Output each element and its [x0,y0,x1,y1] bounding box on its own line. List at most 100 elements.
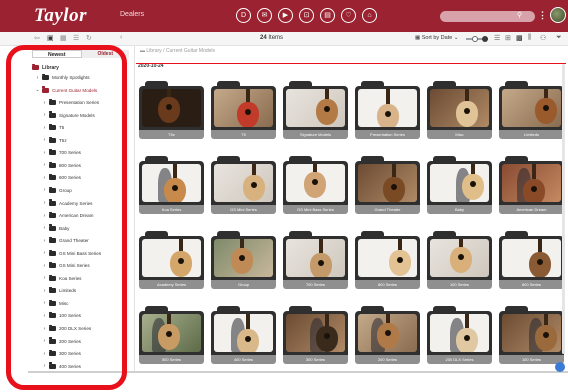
folder-thumbnail[interactable] [139,236,204,280]
columns-icon[interactable]: ⫼ [528,34,531,42]
folder-card[interactable]: 500 Series [139,306,204,369]
tree-item[interactable]: › 700 Series [42,148,81,157]
chevron-right-icon[interactable]: › [42,112,47,118]
sort-dropdown[interactable]: ▦ Sort by Date ⌄ [415,35,458,41]
chevron-right-icon[interactable]: › [42,238,47,244]
tree-item[interactable]: › Misc [42,299,68,308]
chevron-right-icon[interactable]: › [42,213,47,219]
chevron-right-icon[interactable]: › [42,351,47,357]
folder-card[interactable]: 100 Series [427,231,492,294]
folder-card[interactable]: GS Mini Bass Series [283,156,348,219]
content-scrollbar[interactable] [562,64,565,354]
tree-item[interactable]: › T5 [42,123,64,132]
folder-thumbnail[interactable] [499,86,564,130]
folder-thumbnail[interactable] [499,161,564,205]
folder-thumbnail[interactable] [427,236,492,280]
chevron-right-icon[interactable]: › [42,225,47,231]
folder-view-icon[interactable]: ▣ [47,34,54,42]
chevron-right-icon[interactable]: › [42,363,47,369]
tree-item[interactable]: › T5z [42,136,67,145]
tree-item[interactable]: › 600 Series [42,173,81,182]
refresh-icon[interactable]: ↻ [86,34,92,42]
play-circle-icon[interactable]: ▶ [278,8,293,23]
sort-newest-tab[interactable]: Newest [32,50,82,58]
folder-card[interactable]: Grand Theater [355,156,420,219]
folder-card[interactable]: 200 DLX Series [427,306,492,369]
cart-circle-icon[interactable]: ⊡ [299,8,314,23]
chevron-right-icon[interactable]: › [42,313,47,319]
dealer-circle-icon[interactable]: D [236,8,251,23]
back-icon[interactable]: ⇦ [34,34,40,42]
folder-card[interactable]: 800 Series [355,231,420,294]
chevron-right-icon[interactable]: › [42,300,47,306]
tree-item[interactable]: › 800 Series [42,161,81,170]
chevron-right-icon[interactable]: › [42,275,47,281]
folder-card[interactable]: Academy Series [139,231,204,294]
tree-item[interactable]: › Baby [42,224,69,233]
chevron-right-icon[interactable]: › [42,338,47,344]
folder-thumbnail[interactable] [211,236,276,280]
tree-item[interactable]: › Koa Series [42,274,81,283]
tree-item[interactable]: › Grand Theater [42,236,89,245]
tree-item[interactable]: › GS Mini Bass Series [42,249,101,258]
folder-thumbnail[interactable] [211,311,276,355]
chevron-right-icon[interactable]: › [42,187,47,193]
folder-card[interactable]: T5z [139,81,204,144]
folder-card[interactable]: Koa Series [139,156,204,219]
tree-item[interactable]: › Limiteds [42,286,76,295]
document-circle-icon[interactable]: ▤ [320,8,335,23]
folder-card[interactable]: GS Mini Series [211,156,276,219]
list-icon[interactable]: ☰ [494,34,500,42]
chevron-right-icon[interactable]: › [42,250,47,256]
folder-card[interactable]: American Dream [499,156,564,219]
folder-card[interactable]: T5 [211,81,276,144]
tree-item[interactable]: › 400 Series [42,362,81,371]
breadcrumb[interactable]: ▬ Library / Current Guitar Models [140,48,215,54]
folder-thumbnail[interactable] [283,236,348,280]
tree-item[interactable]: › Signature Models [42,111,95,120]
list-view-icon[interactable]: ☰ [73,34,79,42]
folder-card[interactable]: 100 Series [499,306,564,369]
folder-thumbnail[interactable] [427,311,492,355]
chevron-right-icon[interactable]: › [42,100,47,106]
thumbnail-size-slider[interactable] [466,36,488,42]
person-filter-icon[interactable]: ⚇ [540,34,546,42]
tree-item[interactable]: › Presentation Series [42,98,99,107]
small-grid-icon[interactable]: ⊞ [505,34,511,42]
tree-item[interactable]: › American Dream [42,211,93,220]
folder-card[interactable]: Signature Models [283,81,348,144]
chevron-right-icon[interactable]: › [42,288,47,294]
folder-card[interactable]: Group [211,231,276,294]
folder-card[interactable]: Baby [427,156,492,219]
chevron-right-icon[interactable]: › [42,200,47,206]
folder-thumbnail[interactable] [211,161,276,205]
collapse-sidebar-icon[interactable]: ‹ [120,34,122,41]
large-grid-icon[interactable]: ▩ [516,34,523,42]
grid-small-icon[interactable]: ▦ [60,34,67,42]
folder-thumbnail[interactable] [139,161,204,205]
folder-card[interactable]: 600 Series [499,231,564,294]
chevron-right-icon[interactable]: › [42,175,47,181]
filter-icon[interactable]: ⏷ [556,34,562,42]
more-menu-icon[interactable]: ⋮ [538,10,547,21]
heart-circle-icon[interactable]: ♡ [341,8,356,23]
chevron-right-icon[interactable]: › [42,137,47,143]
folder-thumbnail[interactable] [355,86,420,130]
chevron-right-icon[interactable]: › [35,75,40,81]
folder-thumbnail[interactable] [427,161,492,205]
folder-thumbnail[interactable] [211,86,276,130]
folder-card[interactable]: 200 Series [355,306,420,369]
folder-thumbnail[interactable] [139,311,204,355]
message-circle-icon[interactable]: ✉ [257,8,272,23]
tree-item[interactable]: › 100 Series [42,311,81,320]
house-circle-icon[interactable]: ⌂ [362,8,377,23]
tree-root-library[interactable]: Library [30,63,59,72]
tree-item[interactable]: › Monthly Spotlights [35,73,90,82]
folder-card[interactable]: 700 Series [283,231,348,294]
folder-thumbnail[interactable] [427,86,492,130]
tree-item[interactable]: › Group [42,186,72,195]
user-avatar[interactable] [550,7,566,23]
folder-thumbnail[interactable] [283,311,348,355]
tree-item[interactable]: › GS Mini Series [42,261,90,270]
chevron-right-icon[interactable]: › [42,263,47,269]
